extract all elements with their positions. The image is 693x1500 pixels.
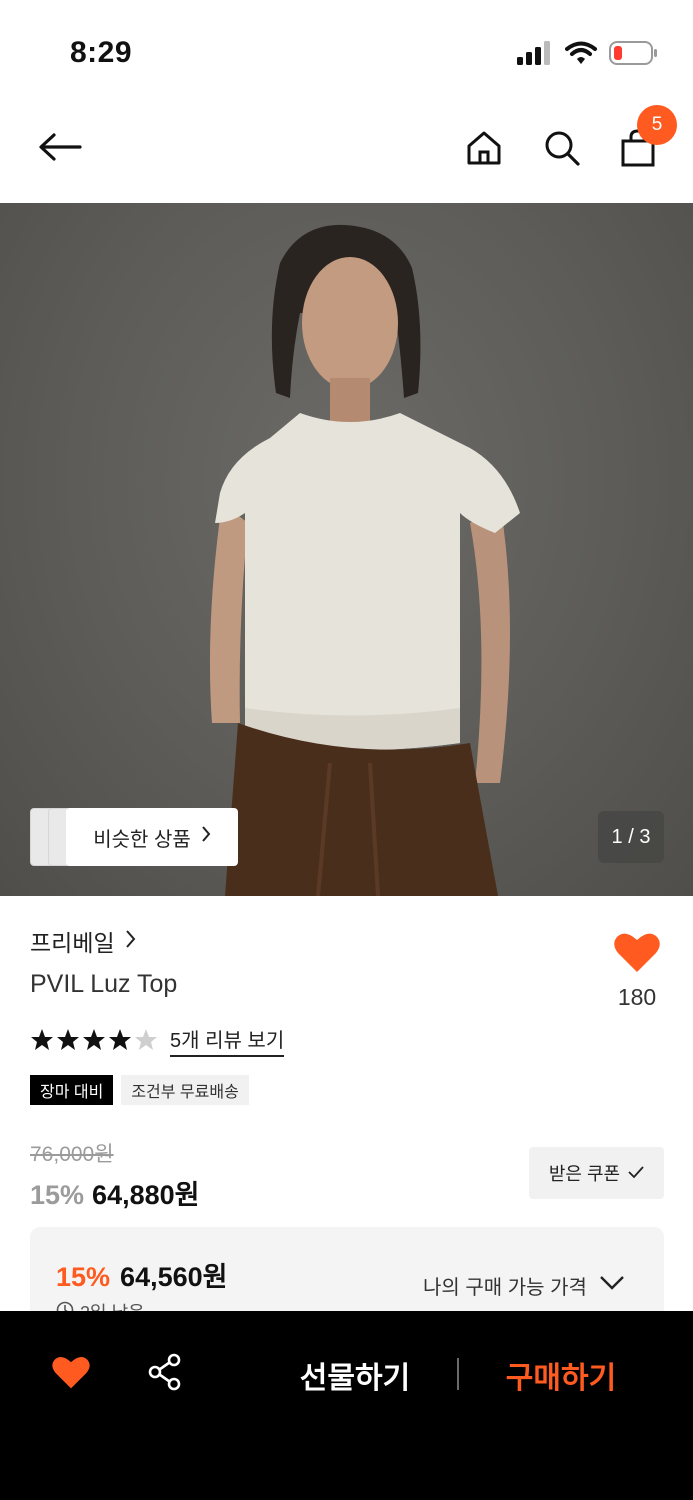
battery-low-icon (609, 40, 659, 71)
like-count: 180 (617, 984, 657, 1010)
sale-price-row: 15% 64,880원 (30, 1173, 199, 1212)
brand-name: 프리베일 (30, 930, 115, 956)
coupon-label: 받은 쿠폰 (548, 1164, 621, 1184)
my-price-toggle[interactable]: 나의 구매 가능 가격 (423, 1271, 625, 1300)
signal-icon (517, 41, 553, 70)
original-price: 76,000원 (30, 1143, 114, 1166)
chevron-right-icon (125, 928, 136, 955)
sale-discount: 15% (30, 1180, 85, 1210)
search-button[interactable] (536, 124, 588, 176)
status-icons (517, 40, 659, 71)
top-nav (0, 100, 693, 203)
bottom-action-bar: 선물하기 구매하기 (0, 1311, 693, 1500)
tag-rainy-season: 장마 대비 (30, 1075, 114, 1105)
share-button[interactable] (144, 1353, 186, 1395)
my-price-toggle-label: 나의 구매 가능 가격 (423, 1277, 587, 1299)
product-image[interactable]: 비슷한 상품 1 / 3 (0, 203, 693, 896)
review-link[interactable]: 5개 리뷰 보기 (170, 1024, 285, 1057)
heart-filled-icon (51, 1354, 91, 1395)
rating-stars (30, 1028, 158, 1054)
product-tags: 장마 대비 조건부 무료배송 (30, 1075, 249, 1105)
button-divider (457, 1358, 459, 1390)
search-icon (543, 129, 581, 172)
similar-products-label: 비슷한 상품 (93, 828, 191, 851)
product-name: PVIL Luz Top (30, 970, 178, 998)
tag-free-shipping: 조건부 무료배송 (121, 1075, 249, 1105)
wishlist-button[interactable] (48, 1353, 94, 1395)
home-icon (465, 129, 503, 172)
similar-products-button[interactable]: 비슷한 상품 (30, 808, 238, 866)
chevron-right-icon (201, 825, 211, 849)
chevron-down-icon (599, 1274, 625, 1297)
sale-price: 64,880원 (92, 1180, 200, 1210)
status-time: 8:29 (70, 36, 133, 69)
heart-filled-icon (613, 933, 661, 978)
brand-link[interactable]: 프리베일 (30, 924, 136, 958)
gift-button[interactable]: 선물하기 (270, 1351, 440, 1399)
my-price-discount: 15% (56, 1262, 111, 1292)
check-icon (628, 1163, 644, 1184)
rating-row: 5개 리뷰 보기 (30, 1024, 285, 1057)
status-bar: 8:29 (0, 0, 693, 100)
share-icon (147, 1353, 183, 1396)
received-coupon-button[interactable]: 받은 쿠폰 (529, 1147, 664, 1199)
home-button[interactable] (458, 124, 510, 176)
back-button[interactable] (32, 124, 88, 174)
product-photo (209, 224, 520, 896)
buy-button[interactable]: 구매하기 (478, 1351, 644, 1399)
similar-products-label-box: 비슷한 상품 (66, 808, 238, 866)
back-arrow-icon (38, 132, 82, 167)
my-price-value: 64,560원 (120, 1262, 228, 1292)
like-button[interactable] (610, 930, 664, 979)
image-page-indicator: 1 / 3 (598, 811, 664, 863)
cart-count-badge: 5 (637, 105, 677, 145)
wifi-icon (565, 41, 597, 70)
my-price-row: 15% 64,560원 (56, 1255, 227, 1294)
